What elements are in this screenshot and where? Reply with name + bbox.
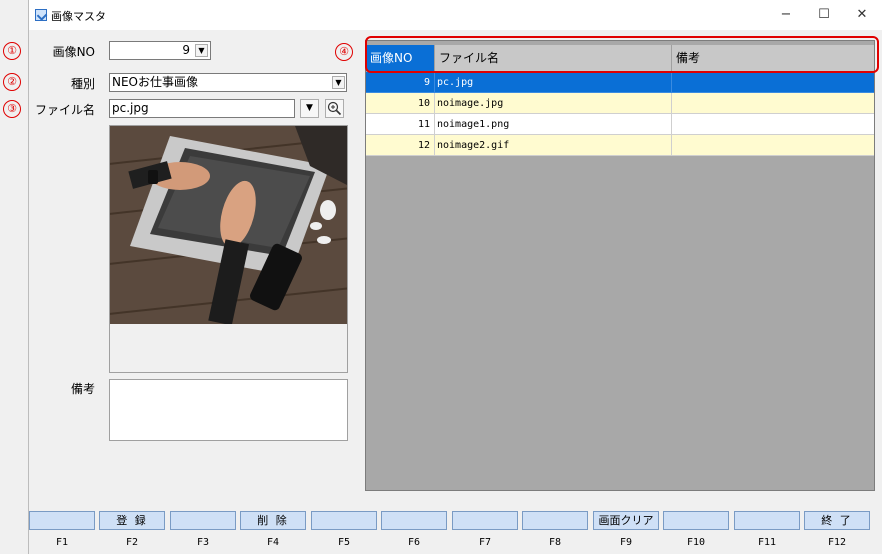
zoom-icon: [327, 101, 342, 116]
annotation-2: ②: [3, 73, 21, 91]
photo-laptop-on-desk: [110, 126, 347, 326]
cell-filename: noimage2.gif: [435, 135, 672, 156]
fkey-f9-clear-button[interactable]: 画面クリア: [593, 511, 659, 530]
column-header-image-no[interactable]: 画像NO: [366, 45, 435, 71]
annotation-1: ①: [3, 42, 21, 60]
table-row[interactable]: 12 noimage2.gif: [366, 135, 874, 156]
image-master-window: 画像マスタ − ☐ ✕ 画像NO 種別 ファイル名 備考 9 ▼ NEOお仕事画…: [28, 0, 882, 554]
zoom-button[interactable]: [325, 99, 344, 118]
remarks-label: 備考: [70, 382, 95, 396]
grid-header: 画像NO ファイル名 備考: [366, 45, 874, 71]
category-value: NEOお仕事画像: [112, 75, 199, 89]
annotation-3: ③: [3, 100, 21, 118]
image-no-dropdown-arrow[interactable]: ▼: [195, 44, 208, 57]
fkey-label-f3: F3: [196, 537, 210, 548]
filename-input[interactable]: pc.jpg: [109, 99, 295, 118]
fkey-label-f7: F7: [478, 537, 492, 548]
cell-image-no: 11: [366, 114, 435, 135]
fkey-f11-button[interactable]: [734, 511, 800, 530]
cell-filename: noimage1.png: [435, 114, 672, 135]
minimize-button[interactable]: −: [771, 4, 801, 26]
fkey-f4-delete-button[interactable]: 削 除: [240, 511, 306, 530]
fkey-label-f8: F8: [548, 537, 562, 548]
category-select[interactable]: NEOお仕事画像: [109, 73, 347, 92]
fkey-f6-button[interactable]: [381, 511, 447, 530]
fkey-label-f10: F10: [686, 537, 706, 548]
maximize-button[interactable]: ☐: [809, 4, 839, 26]
cell-image-no: 12: [366, 135, 435, 156]
fkey-label-f5: F5: [337, 537, 351, 548]
fkey-f10-button[interactable]: [663, 511, 729, 530]
fkey-f12-exit-button[interactable]: 終 了: [804, 511, 870, 530]
remarks-textarea[interactable]: [109, 379, 348, 441]
fkey-label-f1: F1: [55, 537, 69, 548]
fkey-f5-button[interactable]: [311, 511, 377, 530]
column-header-remarks[interactable]: 備考: [672, 45, 874, 71]
fkey-f7-button[interactable]: [452, 511, 518, 530]
cell-remarks: [672, 135, 874, 156]
table-row[interactable]: 9 pc.jpg: [366, 72, 874, 93]
table-row[interactable]: 10 noimage.jpg: [366, 93, 874, 114]
category-dropdown-arrow[interactable]: ▼: [332, 76, 345, 89]
cell-image-no: 9: [366, 72, 435, 93]
fkey-label-f4: F4: [266, 537, 280, 548]
fkey-f1-button[interactable]: [29, 511, 95, 530]
annotation-4: ④: [335, 43, 353, 61]
cell-image-no: 10: [366, 93, 435, 114]
cell-filename: noimage.jpg: [435, 93, 672, 114]
fkey-f3-button[interactable]: [170, 511, 236, 530]
category-label: 種別: [70, 77, 95, 91]
fkey-label-f9: F9: [619, 537, 633, 548]
cell-remarks: [672, 93, 874, 114]
window-title: 画像マスタ: [51, 10, 106, 23]
app-icon: [35, 9, 47, 21]
cell-remarks: [672, 114, 874, 135]
fkey-label-f6: F6: [407, 537, 421, 548]
table-row[interactable]: 11 noimage1.png: [366, 114, 874, 135]
fkey-label-f2: F2: [125, 537, 139, 548]
cell-remarks: [672, 72, 874, 93]
fkey-label-f11: F11: [757, 537, 777, 548]
filename-value: pc.jpg: [112, 101, 149, 115]
image-list-grid[interactable]: 画像NO ファイル名 備考 9 pc.jpg 10 noimage.jpg 11…: [365, 40, 875, 491]
title-bar: 画像マスタ − ☐ ✕: [29, 0, 882, 30]
filename-dropdown-button[interactable]: ▼: [300, 99, 319, 118]
filename-label: ファイル名: [34, 103, 95, 117]
image-no-label: 画像NO: [52, 45, 95, 59]
fkey-label-f12: F12: [827, 537, 847, 548]
close-button[interactable]: ✕: [847, 4, 877, 26]
column-header-filename[interactable]: ファイル名: [435, 45, 672, 71]
cell-filename: pc.jpg: [435, 72, 672, 93]
image-no-value: 9: [182, 43, 190, 57]
fkey-f2-register-button[interactable]: 登 録: [99, 511, 165, 530]
fkey-f8-button[interactable]: [522, 511, 588, 530]
image-preview: [109, 125, 348, 373]
